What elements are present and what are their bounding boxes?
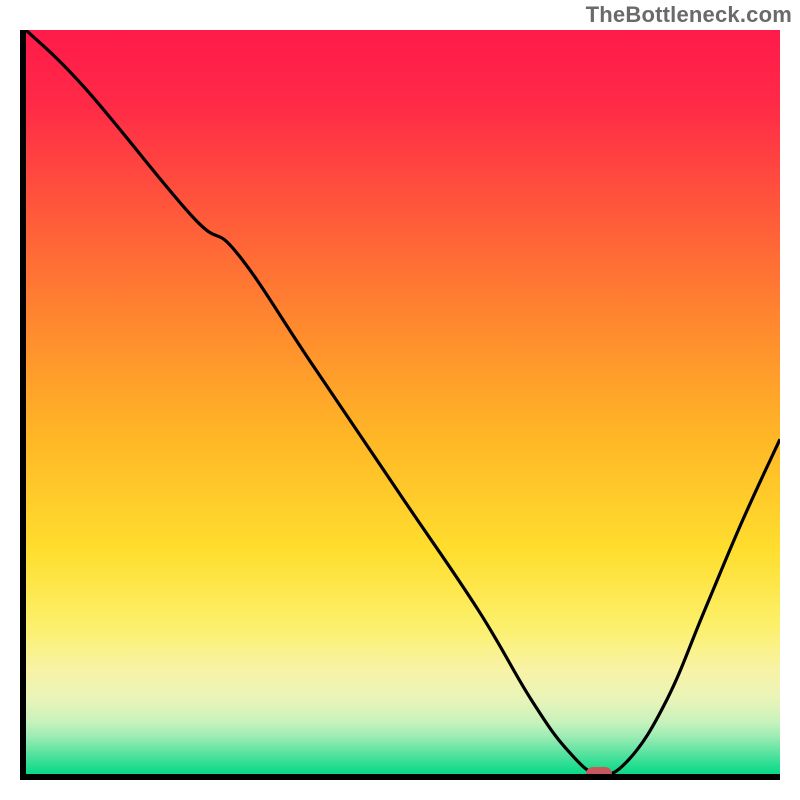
chart-container: TheBottleneck.com — [0, 0, 800, 800]
bottleneck-curve — [26, 30, 780, 774]
plot-area — [20, 30, 780, 780]
watermark-text: TheBottleneck.com — [586, 2, 792, 28]
curve-path — [26, 30, 780, 774]
optimal-marker — [586, 767, 612, 780]
